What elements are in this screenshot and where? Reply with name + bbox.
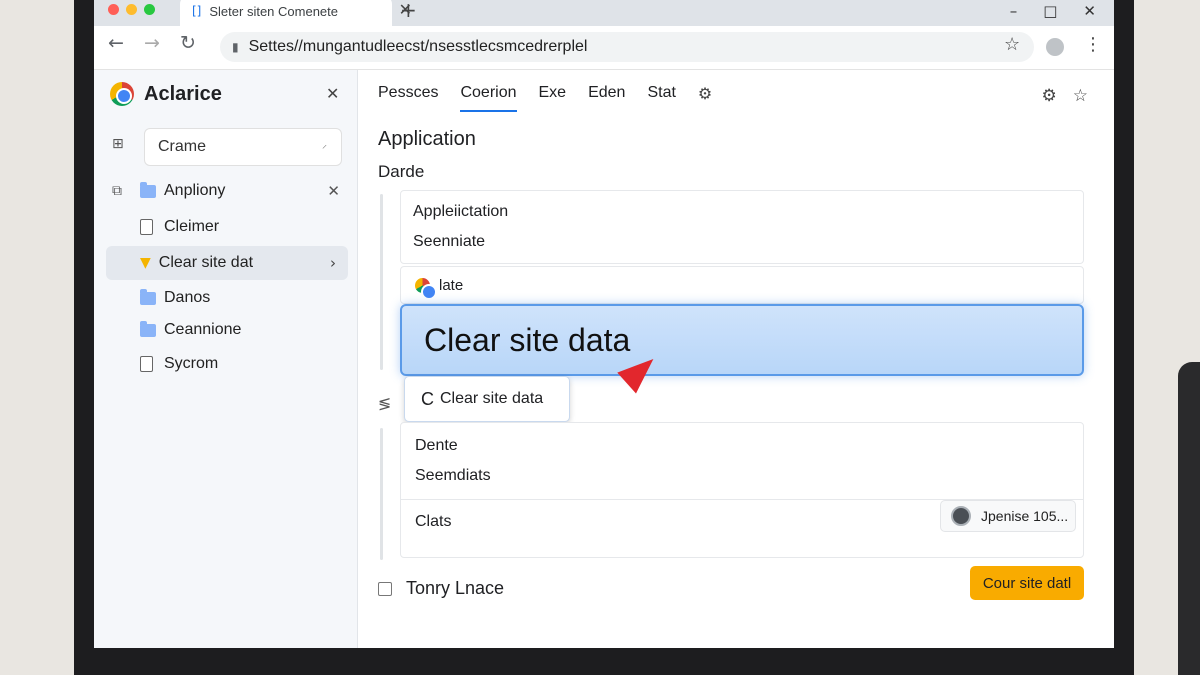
browser-screen: [] Sleter siten Comenete ✕ + – □ ✕ ← → ↻… <box>94 0 1114 648</box>
tab-exe[interactable]: Exe <box>539 84 567 112</box>
grid-icon: ⊞ <box>112 136 124 152</box>
sidebar-item-label: Clear site dat <box>158 254 254 271</box>
sidebar-item-anpliony[interactable]: Anpliony ✕ <box>140 174 348 208</box>
tab-strip: [] Sleter siten Comenete ✕ + – □ ✕ <box>94 0 1114 26</box>
sidebar-item-ceannione[interactable]: Ceannione <box>140 313 348 347</box>
footer-row: Tonry Lnace <box>378 578 504 599</box>
folder-icon <box>140 181 156 198</box>
main-panel: Pessces Coerion Exe Eden Stat ⚙ ⚙ ☆ Appl… <box>358 70 1114 648</box>
clear-site-data-button[interactable]: Clear site data <box>400 304 1084 376</box>
chrome-small-icon <box>415 278 437 300</box>
maximize-icon[interactable]: □ <box>1043 2 1057 20</box>
close-icon[interactable]: ✕ <box>1083 2 1096 20</box>
tab-title: Sleter siten Comenete <box>209 3 338 19</box>
maximize-window-dot[interactable] <box>144 3 155 15</box>
gear-icon[interactable]: ⚙ <box>698 84 712 103</box>
document-icon <box>140 356 153 372</box>
bracket-icon: [] <box>192 4 202 18</box>
card-item-label[interactable]: Dente <box>415 437 458 455</box>
minimize-window-dot[interactable] <box>126 3 137 15</box>
minimize-icon[interactable]: – <box>1010 2 1018 20</box>
card-item-label[interactable]: Seenniate <box>413 233 485 251</box>
browser-tab[interactable]: [] Sleter siten Comenete ✕ <box>180 0 412 26</box>
page-icon <box>378 581 392 596</box>
sidebar-item-label: Sycrom <box>164 355 219 372</box>
user-chip-label: Jpenise 105... <box>981 508 1069 524</box>
address-bar[interactable]: ▮ Settes//mungantudleecst/nsesstlecsmced… <box>220 32 1034 62</box>
sidebar-item-clear-site-data[interactable]: ▼ Clear site dat › <box>106 246 348 280</box>
new-tab-button[interactable]: + <box>400 0 417 22</box>
tree-line <box>380 428 383 560</box>
sidebar-item-label: Ceannione <box>164 321 242 338</box>
footer-label: Tonry Lnace <box>406 578 505 598</box>
sidebar-brand: Aclarice <box>110 82 222 106</box>
cup-icon: ▼ <box>140 255 151 271</box>
sort-icon: ≶ <box>378 394 392 413</box>
lock-icon: ▮ <box>232 40 239 54</box>
clats-label: Clats <box>415 513 452 530</box>
primary-clear-button[interactable]: Cour site datl <box>970 566 1084 600</box>
star-icon[interactable]: ☆ <box>1073 86 1088 106</box>
section-subtitle: Darde <box>378 162 425 181</box>
main-actions: ⚙ ☆ <box>1042 86 1089 106</box>
side-device <box>1178 362 1200 675</box>
search-value: Crame <box>158 138 207 155</box>
kebab-menu-icon[interactable]: ⋮ <box>1084 34 1102 55</box>
tree-line <box>380 194 383 370</box>
tab-coerion[interactable]: Coerion <box>460 84 517 112</box>
tab-eden[interactable]: Eden <box>588 84 625 112</box>
window-controls: – □ ✕ <box>1010 2 1096 20</box>
sidebar-close-icon[interactable]: ✕ <box>326 84 339 103</box>
sidebar-item-label: Anpliony <box>164 182 226 199</box>
folder-icon <box>140 288 156 305</box>
url-text: Settes//mungantudleecst/nsesstlecsmcedre… <box>248 38 588 55</box>
sidebar-item-sycrom[interactable]: Sycrom <box>140 347 348 381</box>
sidebar-item-label: Cleimer <box>164 218 220 235</box>
profile-avatar[interactable] <box>1046 38 1064 56</box>
reload-icon[interactable]: ↻ <box>180 32 196 54</box>
copy-icon: ⧉ <box>112 183 122 199</box>
card-item-label[interactable]: Seemdiats <box>415 467 491 485</box>
sidebar-item-label: Danos <box>164 289 211 306</box>
bookmark-star-icon[interactable]: ☆ <box>1004 34 1020 55</box>
sidebar-search-input[interactable]: Crame ⸍ <box>144 128 342 166</box>
chip-label: Clear site data <box>440 390 544 407</box>
remove-icon[interactable]: ✕ <box>327 182 340 200</box>
c-glyph: C <box>421 388 434 409</box>
text-cursor-icon: ⸍ <box>322 144 327 155</box>
close-window-dot[interactable] <box>108 3 119 15</box>
card-item-label[interactable]: Appleiictation <box>413 203 508 221</box>
traffic-lights <box>108 3 155 15</box>
settings-card-late[interactable]: late <box>400 266 1084 304</box>
sidebar-title: Aclarice <box>144 82 222 105</box>
document-icon <box>140 219 153 235</box>
settings-card-2: Dente Seemdiats Clats <box>400 422 1084 558</box>
settings-card-1: Appleiictation Seenniate <box>400 190 1084 264</box>
sidebar-item-danos[interactable]: Danos <box>140 281 348 315</box>
chevron-right-icon: › <box>330 254 336 272</box>
clear-site-data-chip[interactable]: C Clear site data <box>404 376 570 422</box>
folder-icon <box>140 320 156 337</box>
tab-pessces[interactable]: Pessces <box>378 84 438 112</box>
sidebar-item-cleimer[interactable]: Cleimer <box>140 210 348 244</box>
main-tabs: Pessces Coerion Exe Eden Stat ⚙ <box>378 84 712 112</box>
late-label: late <box>439 277 464 294</box>
browser-toolbar: ← → ↻ ▮ Settes//mungantudleecst/nsesstle… <box>94 26 1114 70</box>
forward-arrow-icon[interactable]: → <box>144 32 160 54</box>
tab-stat[interactable]: Stat <box>647 84 675 112</box>
avatar <box>951 506 971 526</box>
sidebar: Aclarice ✕ ⊞ Crame ⸍ ⧉ Anpliony ✕ Cleime… <box>94 70 358 648</box>
user-chip[interactable]: Jpenise 105... <box>940 500 1076 532</box>
back-arrow-icon[interactable]: ← <box>108 32 124 54</box>
chrome-logo-icon <box>110 82 134 106</box>
page-title: Application <box>378 128 476 150</box>
settings-gear-icon[interactable]: ⚙ <box>1042 86 1057 106</box>
